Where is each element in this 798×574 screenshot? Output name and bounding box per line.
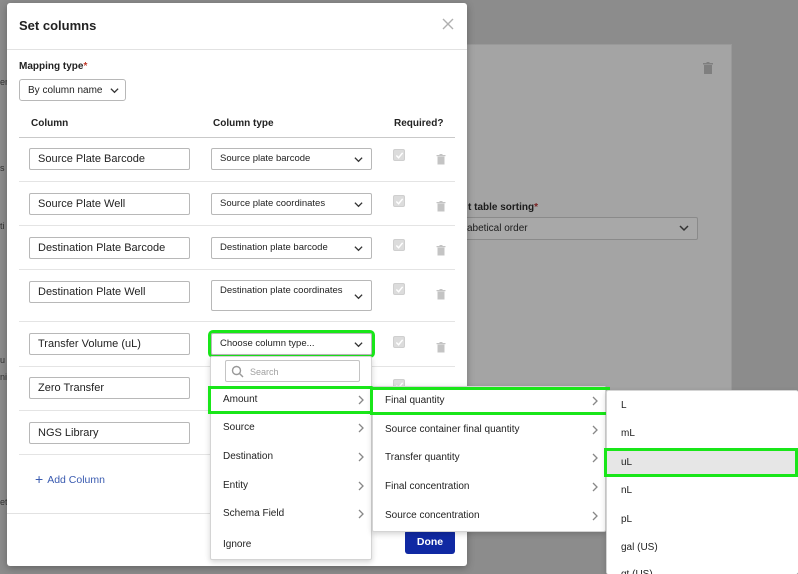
menu-item-unit-ul[interactable]: uL (604, 448, 798, 477)
column-type-menu: Search Amount Source Destination Entity … (208, 356, 376, 560)
background-sorting-label: t table sorting* (468, 202, 539, 213)
menu-item-schema-field[interactable]: Schema Field (211, 503, 373, 525)
menu-item-source-concentration[interactable]: Source concentration (373, 505, 607, 527)
column-name-input[interactable]: Destination Plate Well (29, 281, 190, 303)
column-type-select[interactable]: Destination plate coordinates (211, 280, 372, 311)
trash-icon[interactable] (436, 245, 446, 256)
menu-item-unit-pl[interactable]: pL (607, 509, 798, 531)
chevron-down-icon (354, 202, 363, 208)
chevron-down-icon (354, 246, 363, 252)
chevron-right-icon (358, 423, 364, 433)
trash-icon[interactable] (436, 289, 446, 300)
search-icon (231, 365, 244, 378)
menu-item-amount[interactable]: Amount (208, 386, 376, 414)
column-header: Column (31, 118, 69, 129)
menu-item-entity[interactable]: Entity (211, 475, 373, 497)
required-checkbox[interactable] (393, 336, 405, 348)
chevron-down-icon (354, 342, 363, 348)
menu-item-unit-ml[interactable]: mL (607, 423, 798, 445)
table-row: Destination Plate Well Destination plate… (19, 270, 455, 322)
column-headers: Column Column type Required? (19, 113, 455, 138)
table-row: Destination Plate Barcode Destination pl… (19, 226, 455, 270)
column-type-select[interactable]: Source plate barcode (211, 148, 372, 170)
chevron-down-icon (110, 88, 119, 94)
search-input[interactable]: Search (225, 360, 360, 382)
menu-item-transfer-quantity[interactable]: Transfer quantity (373, 447, 607, 469)
column-name-input[interactable]: NGS Library (29, 422, 190, 444)
plus-icon: + (35, 471, 44, 487)
column-type-select-active[interactable]: Choose column type... (208, 330, 375, 358)
table-row: Source Plate Barcode Source plate barcod… (19, 138, 455, 182)
required-checkbox[interactable] (393, 283, 405, 295)
column-name-input[interactable]: Transfer Volume (uL) (29, 333, 190, 355)
menu-item-unit-l[interactable]: L (607, 395, 798, 417)
modal-header: Set columns (7, 3, 467, 50)
background-fragment: ni (0, 372, 8, 382)
chevron-right-icon (592, 482, 598, 492)
column-name-input[interactable]: Destination Plate Barcode (29, 237, 190, 259)
menu-item-source[interactable]: Source (211, 417, 373, 439)
chevron-right-icon (592, 511, 598, 521)
mapping-type-label: Mapping type* (19, 61, 88, 72)
background-sorting-select[interactable]: abetical order (458, 217, 698, 240)
required-checkbox[interactable] (393, 195, 405, 207)
background-fragment: s (0, 163, 5, 173)
column-type-select[interactable]: Destination plate barcode (211, 237, 372, 259)
chevron-right-icon (358, 509, 364, 519)
menu-item-destination[interactable]: Destination (211, 446, 373, 468)
modal-title: Set columns (19, 18, 97, 33)
required-header: Required? (394, 118, 444, 129)
trash-icon[interactable] (436, 201, 446, 212)
column-type-header: Column type (213, 118, 274, 129)
column-name-input[interactable]: Zero Transfer (29, 377, 190, 399)
close-icon[interactable] (441, 17, 455, 31)
unit-submenu: L mL uL nL pL gal (US) qt (US) (604, 390, 798, 574)
menu-item-ignore[interactable]: Ignore (211, 534, 373, 556)
chevron-down-icon (679, 225, 689, 232)
background-fragment: u (0, 355, 6, 365)
required-checkbox[interactable] (393, 149, 405, 161)
chevron-right-icon (358, 481, 364, 491)
menu-item-unit-qt[interactable]: qt (US) (607, 564, 798, 574)
menu-item-unit-nl[interactable]: nL (607, 480, 798, 502)
done-button[interactable]: Done (405, 530, 455, 554)
column-type-select[interactable]: Source plate coordinates (211, 193, 372, 215)
table-row: Source Plate Well Source plate coordinat… (19, 182, 455, 226)
chevron-down-icon (354, 157, 363, 163)
menu-item-final-concentration[interactable]: Final concentration (373, 476, 607, 498)
amount-submenu: Final quantity Source container final qu… (370, 386, 610, 532)
background-fragment: ti (0, 221, 5, 231)
chevron-right-icon (358, 395, 364, 405)
chevron-right-icon (592, 453, 598, 463)
chevron-right-icon (592, 425, 598, 435)
chevron-down-icon (354, 293, 363, 299)
chevron-right-icon (358, 452, 364, 462)
column-name-input[interactable]: Source Plate Barcode (29, 148, 190, 170)
menu-item-unit-gal[interactable]: gal (US) (607, 537, 798, 559)
background-trash-icon (703, 62, 713, 74)
trash-icon[interactable] (436, 342, 446, 353)
required-checkbox[interactable] (393, 239, 405, 251)
chevron-right-icon (592, 396, 598, 406)
column-name-input[interactable]: Source Plate Well (29, 193, 190, 215)
mapping-type-select[interactable]: By column name (19, 79, 126, 101)
menu-item-final-quantity[interactable]: Final quantity (370, 387, 610, 415)
trash-icon[interactable] (436, 154, 446, 165)
menu-item-source-container-final-quantity[interactable]: Source container final quantity (373, 419, 607, 441)
add-column-button[interactable]: + Add Column (35, 471, 105, 487)
